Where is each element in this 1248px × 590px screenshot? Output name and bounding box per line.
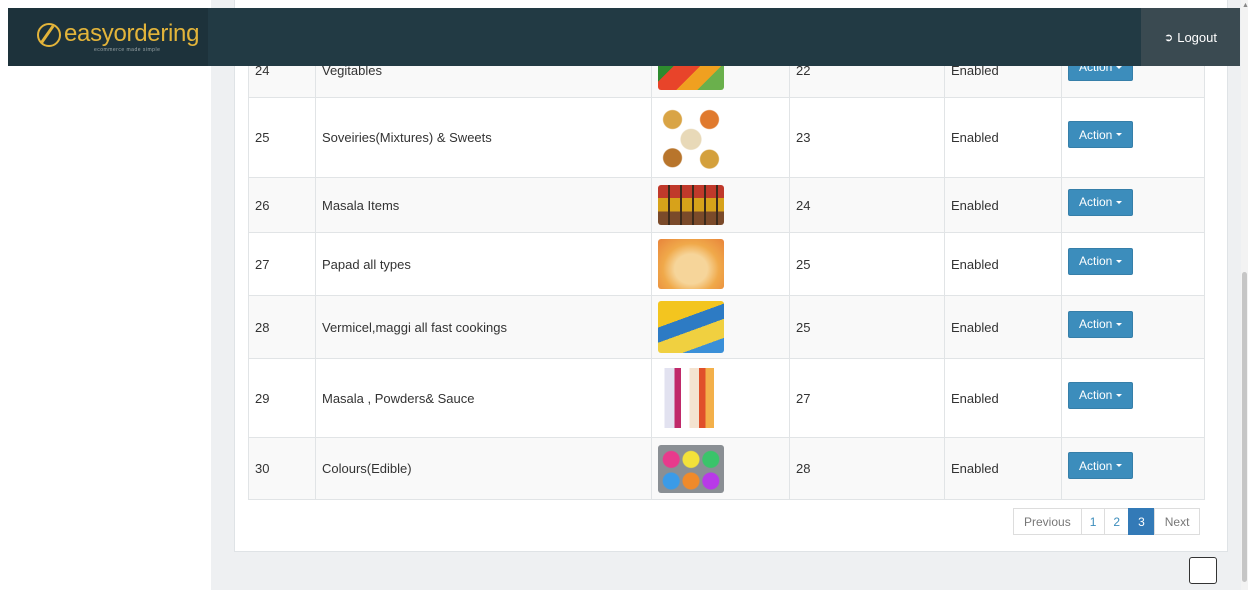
brand-logo-icon [37, 23, 61, 47]
caret-down-icon [1116, 464, 1123, 467]
row-id: 26 [248, 177, 316, 233]
caret-down-icon [1116, 322, 1123, 326]
row-action-cell: Action [1061, 358, 1205, 438]
sign-out-icon: ➲ [1164, 31, 1174, 44]
caret-down-icon [1116, 259, 1123, 263]
row-name: Vermicel,maggi all fast cookings [315, 295, 652, 359]
row-action-cell: Action [1061, 97, 1205, 178]
action-button[interactable]: Action [1068, 381, 1134, 409]
sidebar [0, 0, 211, 590]
row-image-cell [651, 177, 790, 233]
action-button[interactable]: Action [1068, 310, 1134, 338]
row-action-cell: Action [1061, 232, 1205, 296]
action-button[interactable]: Action [1068, 247, 1134, 275]
table-row: 28 Vermicel,maggi all fast cookings 25 E… [248, 295, 1205, 359]
row-status: Enabled [944, 177, 1062, 233]
row-name: Papad all types [315, 232, 652, 296]
row-name: Colours(Edible) [315, 437, 652, 500]
top-navbar: easyordering ecommerce made simple ➲ Log… [8, 8, 1240, 66]
table-row: 25 Soveiries(Mixtures) & Sweets 23 Enabl… [248, 97, 1205, 178]
row-id: 27 [248, 232, 316, 296]
row-id: 28 [248, 295, 316, 359]
table-row: 26 Masala Items 24 Enabled Action [248, 177, 1205, 233]
scroll-up-icon[interactable]: ▲ [1242, 2, 1248, 9]
row-order: 25 [789, 232, 945, 296]
action-button[interactable]: Action [1068, 121, 1134, 148]
caret-down-icon [1116, 133, 1123, 136]
row-status: Enabled [944, 232, 1062, 296]
action-label: Action [1079, 254, 1113, 268]
brand-name: easyordering [64, 20, 200, 47]
pagination-page-2[interactable]: 2 [1104, 508, 1130, 535]
pagination-page-1[interactable]: 1 [1080, 508, 1106, 535]
row-order: 27 [789, 358, 945, 438]
categories-table: 24 Vegitables 22 Enabled Action 25 Sovei… [248, 42, 1205, 500]
table-row: 30 Colours(Edible) 28 Enabled Action [248, 437, 1205, 500]
row-action-cell: Action [1061, 177, 1205, 233]
row-status: Enabled [944, 358, 1062, 438]
masala-thumbnail [658, 185, 724, 225]
row-order: 25 [789, 295, 945, 359]
pagination: Previous 1 2 3 Next [1013, 508, 1201, 535]
pagination-page-3[interactable]: 3 [1128, 508, 1155, 535]
floating-chat-button[interactable] [1189, 557, 1217, 584]
logout-label: Logout [1177, 29, 1217, 45]
page-scrollbar[interactable]: ▲ [1241, 0, 1248, 590]
row-status: Enabled [944, 97, 1062, 178]
row-order: 23 [789, 97, 945, 178]
caret-down-icon [1116, 200, 1123, 204]
row-id: 29 [248, 358, 316, 438]
row-name: Masala Items [315, 177, 652, 233]
action-label: Action [1079, 317, 1113, 331]
pagination-previous[interactable]: Previous [1013, 508, 1082, 535]
powders-thumbnail [658, 368, 724, 428]
brand-tagline: ecommerce made simple [94, 47, 161, 53]
action-button[interactable]: Action [1068, 188, 1134, 216]
action-label: Action [1079, 458, 1113, 473]
table-row: 29 Masala , Powders& Sauce 27 Enabled Ac… [248, 358, 1205, 438]
table-row: 27 Papad all types 25 Enabled Action [248, 232, 1205, 296]
row-name: Masala , Powders& Sauce [315, 358, 652, 438]
row-image-cell [651, 358, 790, 438]
brand-logo[interactable]: easyordering ecommerce made simple [8, 8, 208, 66]
row-action-cell: Action [1061, 295, 1205, 359]
vermicelli-thumbnail [658, 301, 724, 353]
colours-thumbnail [658, 444, 724, 493]
logout-button[interactable]: ➲ Logout [1141, 8, 1240, 66]
row-order: 24 [789, 177, 945, 233]
caret-down-icon [1116, 393, 1123, 397]
row-id: 25 [248, 97, 316, 178]
row-id: 30 [248, 437, 316, 500]
action-label: Action [1079, 195, 1113, 209]
action-button[interactable]: Action [1068, 452, 1134, 479]
row-order: 28 [789, 437, 945, 500]
row-image-cell [651, 437, 790, 500]
papad-thumbnail [658, 239, 724, 289]
row-image-cell [651, 97, 790, 178]
row-status: Enabled [944, 295, 1062, 359]
row-status: Enabled [944, 437, 1062, 500]
row-image-cell [651, 232, 790, 296]
sweets-thumbnail [658, 104, 724, 171]
scroll-thumb[interactable] [1242, 272, 1247, 582]
action-label: Action [1079, 127, 1113, 142]
row-image-cell [651, 295, 790, 359]
pagination-next[interactable]: Next [1153, 508, 1201, 535]
row-action-cell: Action [1061, 437, 1205, 500]
row-name: Soveiries(Mixtures) & Sweets [315, 97, 652, 178]
action-label: Action [1079, 388, 1113, 402]
